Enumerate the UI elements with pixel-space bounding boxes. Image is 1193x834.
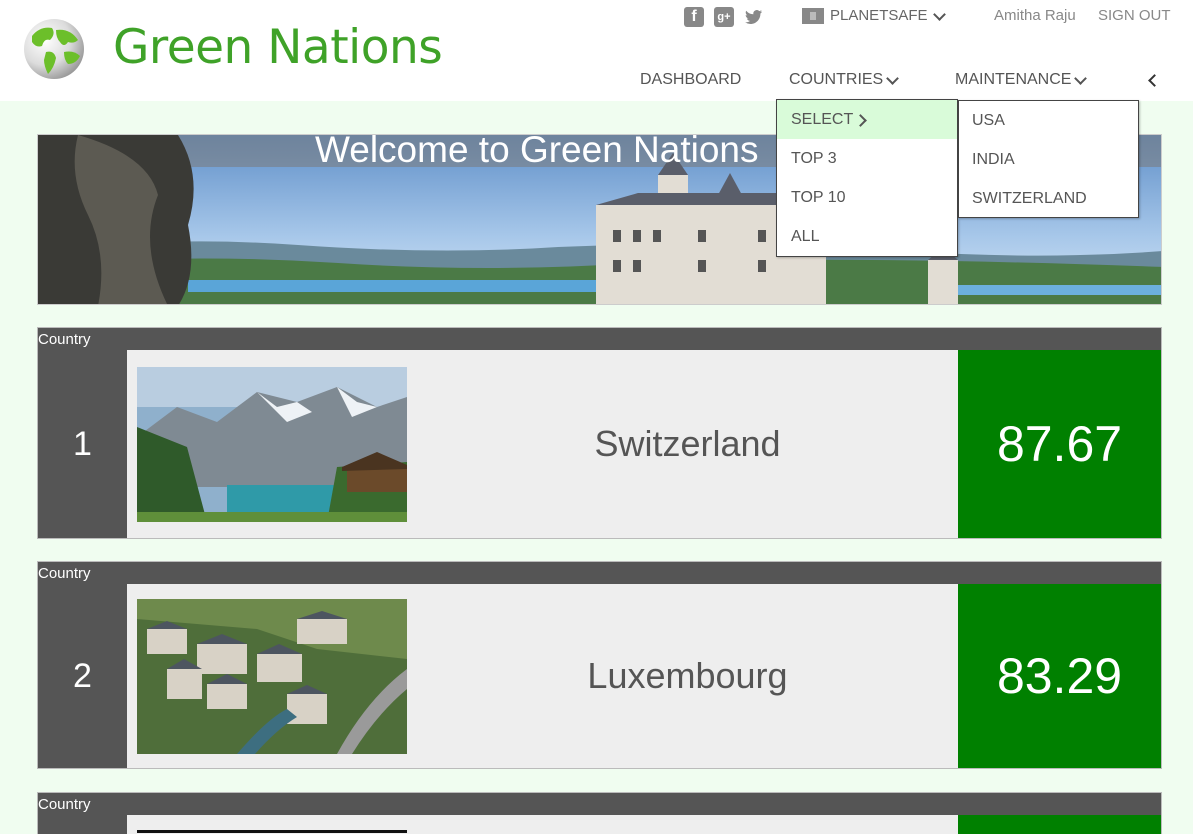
- card-header: Country: [38, 562, 1161, 584]
- card-header: Country: [38, 328, 1161, 350]
- user-name[interactable]: Amitha Raju: [994, 7, 1076, 24]
- country-photo: [137, 366, 407, 522]
- brand-title[interactable]: Green Nations: [113, 20, 443, 75]
- nav-dashboard[interactable]: DASHBOARD: [640, 71, 741, 89]
- country-rank: 2: [38, 584, 127, 768]
- twitter-icon[interactable]: [744, 7, 764, 27]
- select-country-submenu: USA INDIA SWITZERLAND: [958, 100, 1139, 218]
- social-links: f g+: [684, 7, 764, 27]
- chevron-down-icon: [934, 11, 944, 21]
- nav-countries-label: COUNTRIES: [789, 71, 884, 88]
- nav-maintenance-label: MAINTENANCE: [955, 71, 1072, 88]
- banner-title: Welcome to Green Nations: [315, 129, 759, 170]
- country-rank: 1: [38, 350, 127, 538]
- menu-item-select[interactable]: SELECT: [777, 100, 957, 139]
- nav-dashboard-label: DASHBOARD: [640, 71, 742, 88]
- country-name: Switzerland: [594, 423, 781, 464]
- menu-item-top-10[interactable]: TOP 10: [777, 178, 957, 217]
- country-card[interactable]: Country: [37, 792, 1162, 834]
- menu-item-label: SELECT: [791, 110, 854, 128]
- planetsafe-label: PLANETSAFE: [830, 7, 928, 24]
- country-score: 87.67: [958, 350, 1161, 538]
- submenu-item-switzerland[interactable]: SWITZERLAND: [959, 179, 1138, 218]
- country-card[interactable]: Country 2 Luxembourg 83.29: [37, 561, 1162, 769]
- top-header: Green Nations f g+ PLANETSAFE Amitha Raj…: [0, 0, 1193, 101]
- countries-dropdown: SELECT TOP 3 TOP 10 ALL: [776, 99, 958, 257]
- card-header: Country: [38, 793, 1161, 815]
- country-name: [417, 815, 958, 834]
- country-card[interactable]: Country 1 Switzerland 87.67: [37, 327, 1162, 539]
- facebook-icon[interactable]: f: [684, 7, 704, 27]
- chevron-left-icon[interactable]: [1147, 75, 1161, 89]
- chevron-down-icon: [887, 75, 897, 85]
- country-score: [958, 815, 1161, 834]
- chevron-down-icon: [1075, 75, 1085, 85]
- submenu-item-usa[interactable]: USA: [959, 101, 1138, 140]
- google-plus-icon[interactable]: g+: [714, 7, 734, 27]
- menu-item-all[interactable]: ALL: [777, 217, 957, 256]
- nav-maintenance[interactable]: MAINTENANCE: [955, 71, 1085, 89]
- country-photo: [137, 830, 407, 833]
- globe-logo-icon[interactable]: [22, 18, 86, 80]
- planetsafe-menu[interactable]: PLANETSAFE: [802, 7, 944, 24]
- planetsafe-flag-icon: [802, 7, 824, 24]
- country-score: 83.29: [958, 584, 1161, 768]
- nav-countries[interactable]: COUNTRIES: [789, 71, 897, 89]
- sign-out-link[interactable]: SIGN OUT: [1098, 7, 1171, 24]
- country-photo: [137, 598, 407, 754]
- menu-item-top-3[interactable]: TOP 3: [777, 139, 957, 178]
- country-name: Luxembourg: [587, 655, 788, 696]
- chevron-right-icon: [857, 115, 867, 125]
- submenu-item-india[interactable]: INDIA: [959, 140, 1138, 179]
- country-rank: [38, 815, 127, 834]
